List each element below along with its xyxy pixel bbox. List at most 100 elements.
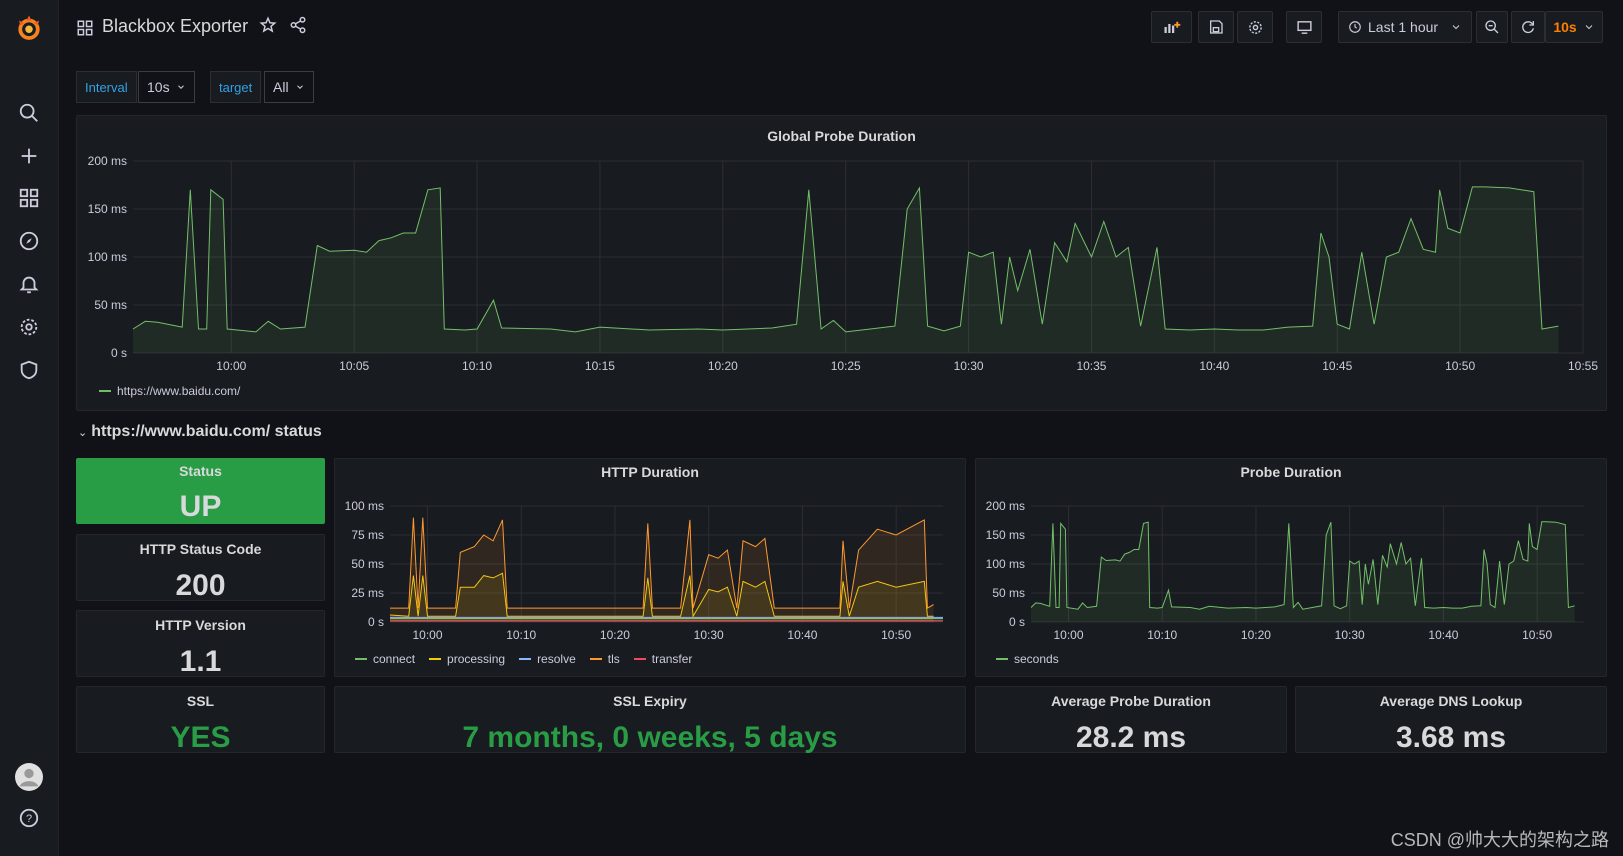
refresh-interval-label: 10s — [1553, 19, 1577, 35]
panel-title[interactable]: Average Probe Duration — [976, 693, 1286, 709]
y-tick-label: 200 ms — [986, 499, 1025, 513]
row-title: https://www.baidu.com/ status — [91, 423, 322, 440]
grafana-logo-icon[interactable] — [0, 6, 58, 50]
x-tick-label: 10:30 — [954, 359, 984, 373]
legend-item[interactable]: transfer — [633, 652, 693, 666]
variable-target-select[interactable]: All — [264, 71, 314, 103]
x-tick-label: 10:20 — [600, 628, 630, 642]
shield-icon[interactable] — [0, 350, 58, 390]
series-area-seconds — [1031, 521, 1575, 622]
svg-text:?: ? — [26, 813, 32, 825]
plus-icon[interactable] — [0, 136, 58, 176]
global-probe-duration-chart[interactable]: 200 ms 150 ms 100 ms 50 ms 0 s 10:00 10:05 10:1… — [77, 116, 1608, 412]
y-tick-label: 0 s — [368, 615, 384, 629]
http-status-code-panel: HTTP Status Code 200 — [76, 534, 325, 602]
x-tick-label: 10:30 — [694, 628, 724, 642]
panel-title[interactable]: HTTP Version — [77, 617, 324, 633]
average-dns-lookup-value: 3.68 ms — [1395, 721, 1507, 754]
star-icon[interactable] — [257, 14, 279, 36]
x-tick-label: 10:55 — [1568, 359, 1598, 373]
x-tick-label: 10:05 — [339, 359, 369, 373]
legend-label: transfer — [651, 652, 693, 666]
dashboards-icon[interactable] — [0, 178, 58, 218]
y-tick-label: 50 ms — [94, 298, 127, 312]
y-tick-label: 25 ms — [351, 586, 384, 600]
chart-legend: connect processing resolve tls transfer — [355, 652, 692, 666]
dashboard-title[interactable]: Blackbox Exporter — [102, 16, 248, 37]
time-range-picker[interactable]: Last 1 hour — [1338, 11, 1472, 43]
clock-icon — [1349, 21, 1361, 33]
share-icon[interactable] — [287, 14, 309, 36]
tv-mode-button[interactable] — [1286, 11, 1322, 43]
average-probe-duration-value: 28.2 ms — [1075, 721, 1187, 754]
legend-swatch — [429, 658, 442, 660]
save-button[interactable] — [1198, 11, 1234, 43]
x-tick-label: 10:10 — [462, 359, 492, 373]
x-tick-label: 10:00 — [1053, 628, 1083, 642]
variable-interval-label: Interval — [76, 71, 137, 103]
x-tick-label: 10:50 — [881, 628, 911, 642]
variable-interval-select[interactable]: 10s — [138, 71, 195, 103]
y-tick-label: 0 s — [111, 346, 127, 360]
legend-label: connect — [373, 652, 416, 666]
y-tick-label: 150 ms — [88, 202, 127, 216]
dashboard-grid-icon — [74, 17, 96, 39]
row-header[interactable]: ⌄ https://www.baidu.com/ status — [78, 423, 322, 441]
y-tick-label: 100 ms — [345, 499, 384, 513]
average-probe-duration-panel: Average Probe Duration 28.2 ms — [975, 686, 1287, 754]
refresh-interval-picker[interactable]: 10s — [1545, 11, 1603, 43]
y-tick-label: 100 ms — [88, 250, 127, 264]
x-tick-label: 10:50 — [1445, 359, 1475, 373]
http-status-code-value: 200 — [175, 569, 226, 602]
x-tick-label: 10:35 — [1076, 359, 1106, 373]
y-tick-label: 75 ms — [351, 528, 384, 542]
gear-icon[interactable] — [0, 307, 58, 347]
ssl-panel: SSL YES — [76, 686, 325, 754]
legend-item[interactable]: resolve — [519, 652, 576, 666]
help-icon[interactable]: ? — [0, 798, 58, 838]
http-duration-panel: HTTP Duration 100 ms 75 ms 50 ms 25 ms 0 s 10… — [334, 458, 966, 677]
chart-legend: seconds — [996, 652, 1059, 666]
panel-title[interactable]: SSL Expiry — [335, 693, 965, 709]
x-tick-label: 10:20 — [1241, 628, 1271, 642]
compass-icon[interactable] — [0, 221, 58, 261]
zoom-out-button[interactable] — [1476, 11, 1508, 43]
chevron-down-icon — [296, 85, 303, 89]
panel-title[interactable]: HTTP Status Code — [77, 541, 324, 557]
legend-label: processing — [447, 652, 506, 666]
y-tick-label: 50 ms — [992, 586, 1025, 600]
x-tick-label: 10:10 — [1147, 628, 1177, 642]
top-navbar: Blackbox Exporter Last 1 hour 10s — [58, 0, 1623, 56]
bell-icon[interactable] — [0, 264, 58, 304]
avatar[interactable] — [0, 755, 58, 799]
panel-title[interactable]: Status — [76, 463, 325, 479]
x-tick-label: 10:00 — [412, 628, 442, 642]
search-icon[interactable] — [0, 93, 58, 133]
probe-duration-chart[interactable]: 200 ms 150 ms 100 ms 50 ms 0 s 10:00 10:10 10:2… — [976, 459, 1608, 678]
http-version-value: 1.1 — [179, 645, 222, 678]
average-dns-lookup-panel: Average DNS Lookup 3.68 ms — [1295, 686, 1607, 754]
status-stat-panel: Status UP — [76, 458, 325, 524]
chevron-down-icon — [1452, 25, 1460, 30]
legend-item[interactable]: seconds — [996, 652, 1059, 666]
variable-target-value: All — [273, 79, 289, 95]
series-area-tls — [390, 517, 934, 622]
dashboard-settings-button[interactable] — [1237, 11, 1273, 43]
chevron-down-icon — [1585, 25, 1593, 30]
http-duration-chart[interactable]: 100 ms 75 ms 50 ms 25 ms 0 s 10:00 10:10 10:20 1… — [335, 459, 967, 678]
chevron-down-icon — [177, 85, 184, 89]
y-tick-label: 100 ms — [986, 557, 1025, 571]
y-tick-label: 0 s — [1009, 615, 1025, 629]
legend-label: resolve — [537, 652, 576, 666]
status-value: UP — [179, 490, 222, 523]
legend-item[interactable]: processing — [429, 652, 505, 666]
refresh-button[interactable] — [1511, 11, 1545, 43]
panel-title[interactable]: SSL — [77, 693, 324, 709]
legend-item[interactable]: https://www.baidu.com/ — [99, 384, 240, 398]
legend-item[interactable]: tls — [589, 652, 620, 666]
legend-item[interactable]: connect — [355, 652, 415, 666]
http-version-panel: HTTP Version 1.1 — [76, 610, 325, 678]
panel-title[interactable]: Average DNS Lookup — [1296, 693, 1606, 709]
x-tick-label: 10:30 — [1335, 628, 1365, 642]
add-panel-button[interactable] — [1151, 11, 1192, 43]
